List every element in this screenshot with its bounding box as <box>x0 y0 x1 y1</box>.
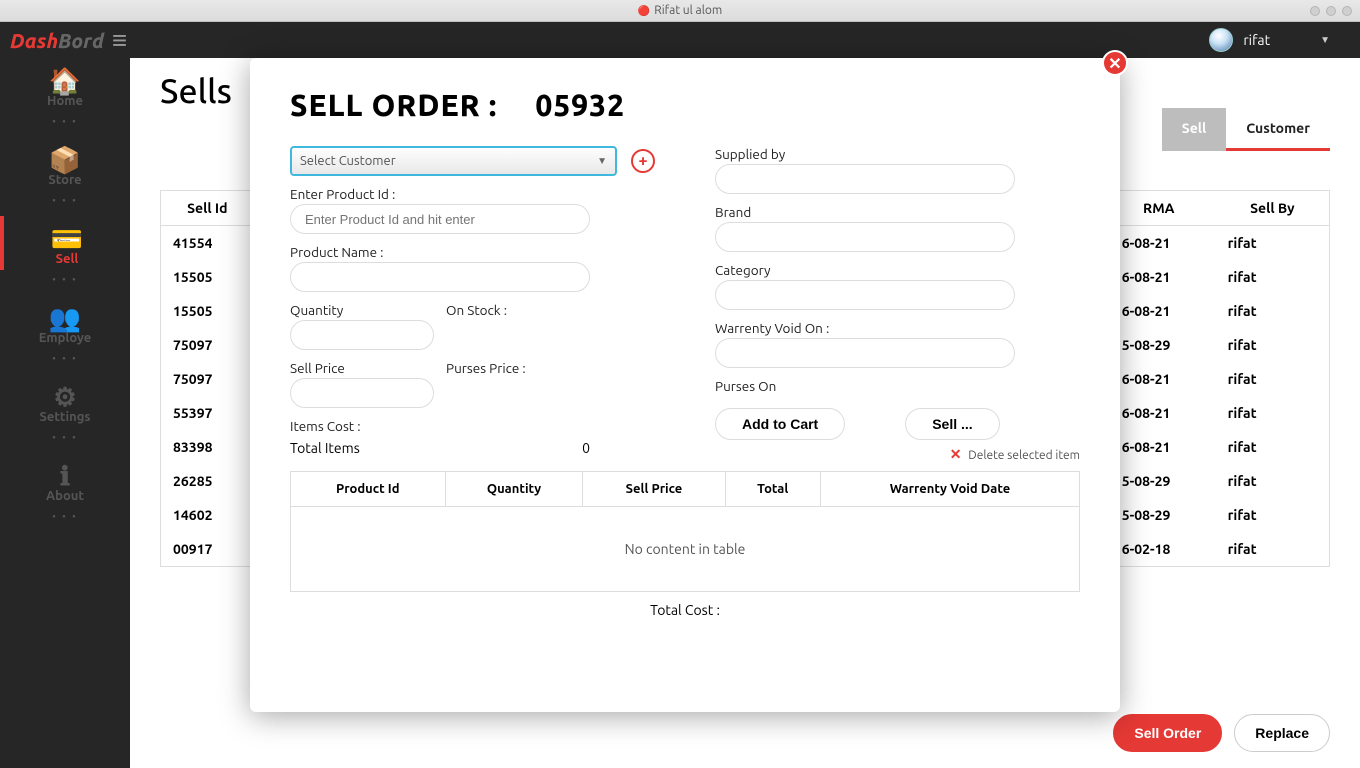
window-titlebar: 🔴 Rifat ul alom <box>0 0 1360 22</box>
label-items-cost: Items Cost : <box>290 418 655 434</box>
delete-selected-link[interactable]: ✕ Delete selected item <box>715 446 1080 463</box>
order-number: 05932 <box>535 88 625 122</box>
col-warrenty-void-date: Warrenty Void Date <box>820 472 1079 507</box>
label-purses-price: Purses Price : <box>446 360 590 376</box>
quantity-input[interactable] <box>290 320 434 350</box>
total-cost-label: Total Cost : <box>290 602 1080 618</box>
total-items-value: 0 <box>582 440 590 456</box>
category-input[interactable] <box>715 280 1015 310</box>
product-id-input[interactable] <box>290 204 590 234</box>
close-window-button[interactable] <box>1342 6 1352 16</box>
label-total-items: Total Items <box>290 440 360 456</box>
warrenty-void-input[interactable] <box>715 338 1015 368</box>
close-modal-button[interactable]: ✕ <box>1102 50 1128 76</box>
brand-input[interactable] <box>715 222 1015 252</box>
supplied-by-input[interactable] <box>715 164 1015 194</box>
close-icon: ✕ <box>950 446 962 462</box>
label-sell-price: Sell Price <box>290 360 434 376</box>
window-title: Rifat ul alom <box>654 4 722 17</box>
cart-table: Product Id Quantity Sell Price Total War… <box>290 471 1080 507</box>
col-total: Total <box>725 472 820 507</box>
label-supplied-by: Supplied by <box>715 146 1080 162</box>
col-product-id: Product Id <box>291 472 446 507</box>
label-warrenty-void-on: Warrenty Void On : <box>715 320 1080 336</box>
product-name-input[interactable] <box>290 262 590 292</box>
label-category: Category <box>715 262 1080 278</box>
sell-price-input[interactable] <box>290 378 434 408</box>
add-customer-button[interactable]: + <box>631 149 655 173</box>
label-quantity: Quantity <box>290 302 434 318</box>
col-sell-price: Sell Price <box>583 472 725 507</box>
label-enter-pid: Enter Product Id : <box>290 186 655 202</box>
maximize-button[interactable] <box>1326 6 1336 16</box>
label-brand: Brand <box>715 204 1080 220</box>
cart-empty-message: No content in table <box>290 507 1080 592</box>
label-on-stock: On Stock : <box>446 302 590 318</box>
chevron-down-icon: ▼ <box>597 155 607 167</box>
sell-order-modal: ✕ SELL ORDER : 05932 Select Customer ▼ +… <box>250 58 1120 712</box>
add-to-cart-button[interactable]: Add to Cart <box>715 408 845 440</box>
label-purses-on: Purses On <box>715 378 1080 394</box>
modal-title: SELL ORDER : 05932 <box>290 88 1080 122</box>
sell-button[interactable]: Sell ... <box>905 408 999 440</box>
minimize-button[interactable] <box>1310 6 1320 16</box>
label-product-name: Product Name : <box>290 244 655 260</box>
col-quantity: Quantity <box>445 472 583 507</box>
select-customer-dropdown[interactable]: Select Customer ▼ <box>290 146 617 176</box>
